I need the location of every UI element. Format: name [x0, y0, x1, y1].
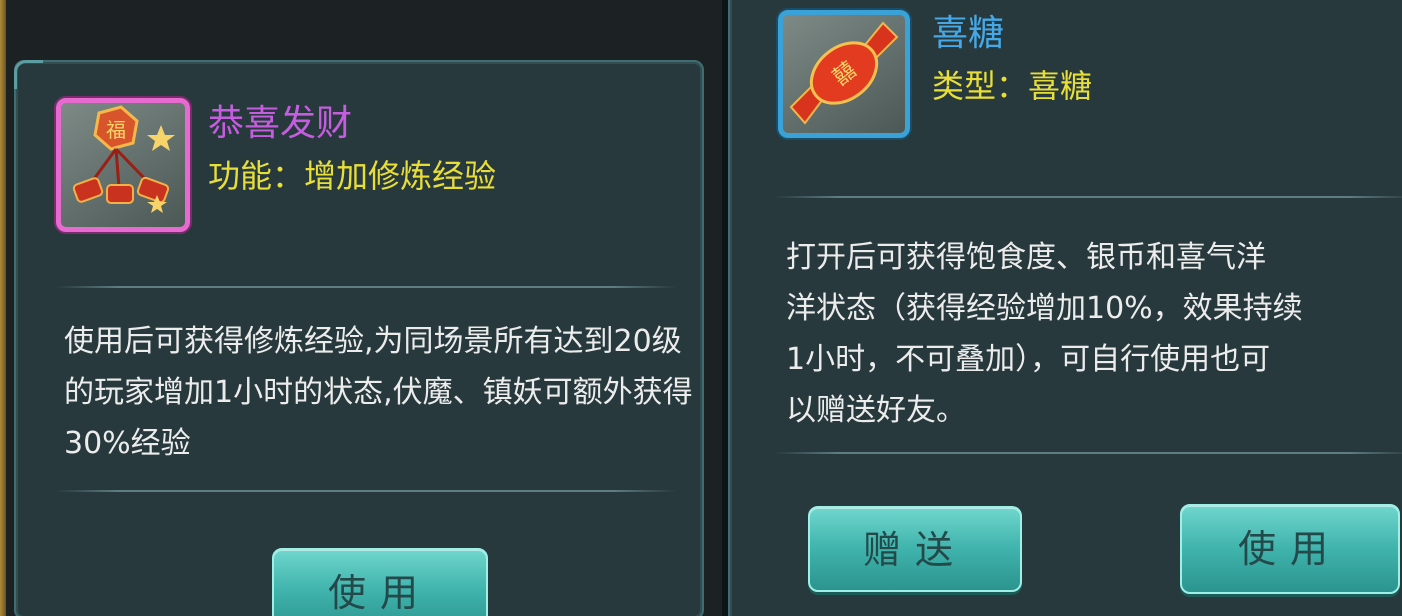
left-screenshot: 福 恭喜发财 功能：增加修炼经验 使用后可获得修炼经验,为同场景所有达到20级的… — [0, 0, 722, 616]
divider — [774, 196, 1402, 198]
item-name: 恭喜发财 — [208, 103, 353, 144]
item-icon-slot: 福 — [56, 98, 190, 232]
item-tooltip-panel: 福 恭喜发财 功能：增加修炼经验 使用后可获得修炼经验,为同场景所有达到20级的… — [14, 60, 704, 616]
item-description: 打开后可获得饱食度、银币和喜气洋 洋状态（获得经验增加10%，效果持续 1小时，… — [786, 240, 1303, 428]
item-description: 使用后可获得修炼经验,为同场景所有达到20级的玩家增加1小时的状态,伏魔、镇妖可… — [64, 324, 693, 461]
divider — [56, 490, 676, 492]
divider — [56, 286, 676, 288]
item-tooltip-panel: 囍 喜糖 类型：喜糖 打开后可获得饱食度、银币和喜气洋 洋状态（获得经验增加10… — [728, 0, 1402, 616]
right-screenshot: 囍 喜糖 类型：喜糖 打开后可获得饱食度、银币和喜气洋 洋状态（获得经验增加10… — [728, 0, 1402, 616]
item-function: 功能：增加修炼经验 — [208, 157, 497, 195]
divider — [774, 452, 1402, 454]
panel-corner-ornament — [14, 60, 43, 89]
gift-button[interactable]: 赠送 — [808, 506, 1022, 592]
item-icon-slot: 囍 — [778, 10, 910, 138]
item-name: 喜糖 — [932, 13, 1005, 54]
firecracker-icon: 福 — [61, 105, 185, 231]
item-type: 类型：喜糖 — [932, 67, 1093, 105]
window-edge — [0, 0, 6, 616]
svg-text:福: 福 — [106, 118, 126, 142]
use-button[interactable]: 使用 — [1180, 504, 1400, 594]
wedding-candy-icon: 囍 — [783, 21, 905, 137]
use-button[interactable]: 使用 — [272, 548, 488, 616]
